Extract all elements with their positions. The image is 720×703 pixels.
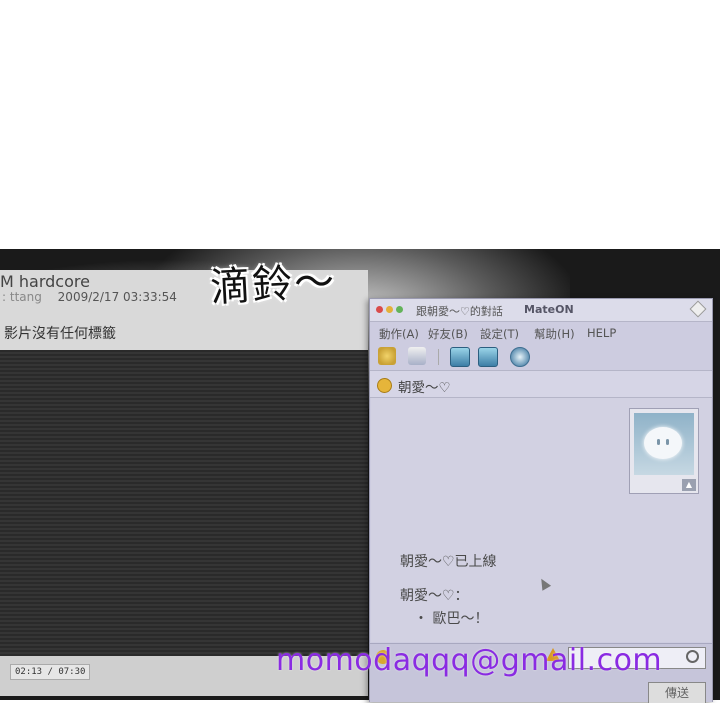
menu-action[interactable]: 動作(A) (379, 326, 419, 342)
video-no-tags-label: 影片沒有任何標籤 (4, 326, 116, 342)
menu-help[interactable]: HELP (587, 326, 616, 340)
cursor-icon (536, 576, 552, 591)
pin-icon[interactable] (689, 300, 707, 318)
search-icon[interactable] (686, 650, 699, 663)
chat-window-title: 跟朝愛～♡的對話 (416, 305, 503, 318)
chat-titlebar[interactable]: 跟朝愛～♡的對話 MateON (370, 299, 712, 322)
toolbar-divider (438, 349, 439, 365)
avatar-eye-left (657, 439, 660, 445)
sound-effect-text: 滴鈴～ (209, 258, 338, 312)
watermark: momodaqqq@gmail.com (276, 643, 663, 678)
menu-friends[interactable]: 好友(B) (428, 326, 468, 342)
message-content: ・ 歐巴～！ (414, 611, 489, 627)
video-title: M hardcore (0, 272, 90, 291)
menu-bar: 動作(A) 好友(B) 設定(T) 幫助(H) HELP (370, 322, 712, 344)
clock-icon[interactable] (510, 347, 530, 367)
buddy-bar: 朝愛～♡ (370, 371, 712, 398)
video-player[interactable] (0, 350, 368, 656)
online-notice: 朝愛～♡已上線 (400, 554, 497, 570)
close-button[interactable] (376, 306, 383, 313)
chat-history[interactable]: ▲ 朝愛～♡已上線 朝愛～♡： ・ 歐巴～！ (371, 398, 711, 642)
buddy-status-icon (377, 378, 392, 393)
add-buddy-icon[interactable] (378, 347, 396, 365)
screen-share-icon[interactable] (478, 347, 498, 367)
menu-help-zh[interactable]: 幫助(H) (534, 326, 575, 342)
avatar-image (634, 413, 694, 475)
video-page: M hardcore : ttang 2009/2/17 03:33:54 影片… (0, 270, 368, 696)
window-icon[interactable] (450, 347, 470, 367)
app-name: MateON (524, 303, 574, 316)
chat-toolbar (370, 344, 712, 371)
video-meta: : ttang 2009/2/17 03:33:54 (2, 290, 177, 304)
send-file-icon[interactable] (408, 347, 426, 365)
video-time-display: 02:13 / 07:30 (10, 664, 91, 680)
avatar[interactable]: ▲ (629, 408, 699, 494)
chat-window: 跟朝愛～♡的對話 MateON 動作(A) 好友(B) 設定(T) 幫助(H) … (369, 298, 713, 703)
buddy-name: 朝愛～♡ (398, 380, 451, 396)
maximize-button[interactable] (396, 306, 403, 313)
avatar-expand-icon[interactable]: ▲ (682, 479, 696, 491)
avatar-blob (644, 427, 682, 459)
message-sender: 朝愛～♡： (400, 588, 469, 604)
avatar-eye-right (666, 439, 669, 445)
video-uploader: : ttang (2, 290, 42, 304)
minimize-button[interactable] (386, 306, 393, 313)
menu-settings[interactable]: 設定(T) (480, 326, 519, 342)
video-datetime: 2009/2/17 03:33:54 (57, 290, 177, 304)
